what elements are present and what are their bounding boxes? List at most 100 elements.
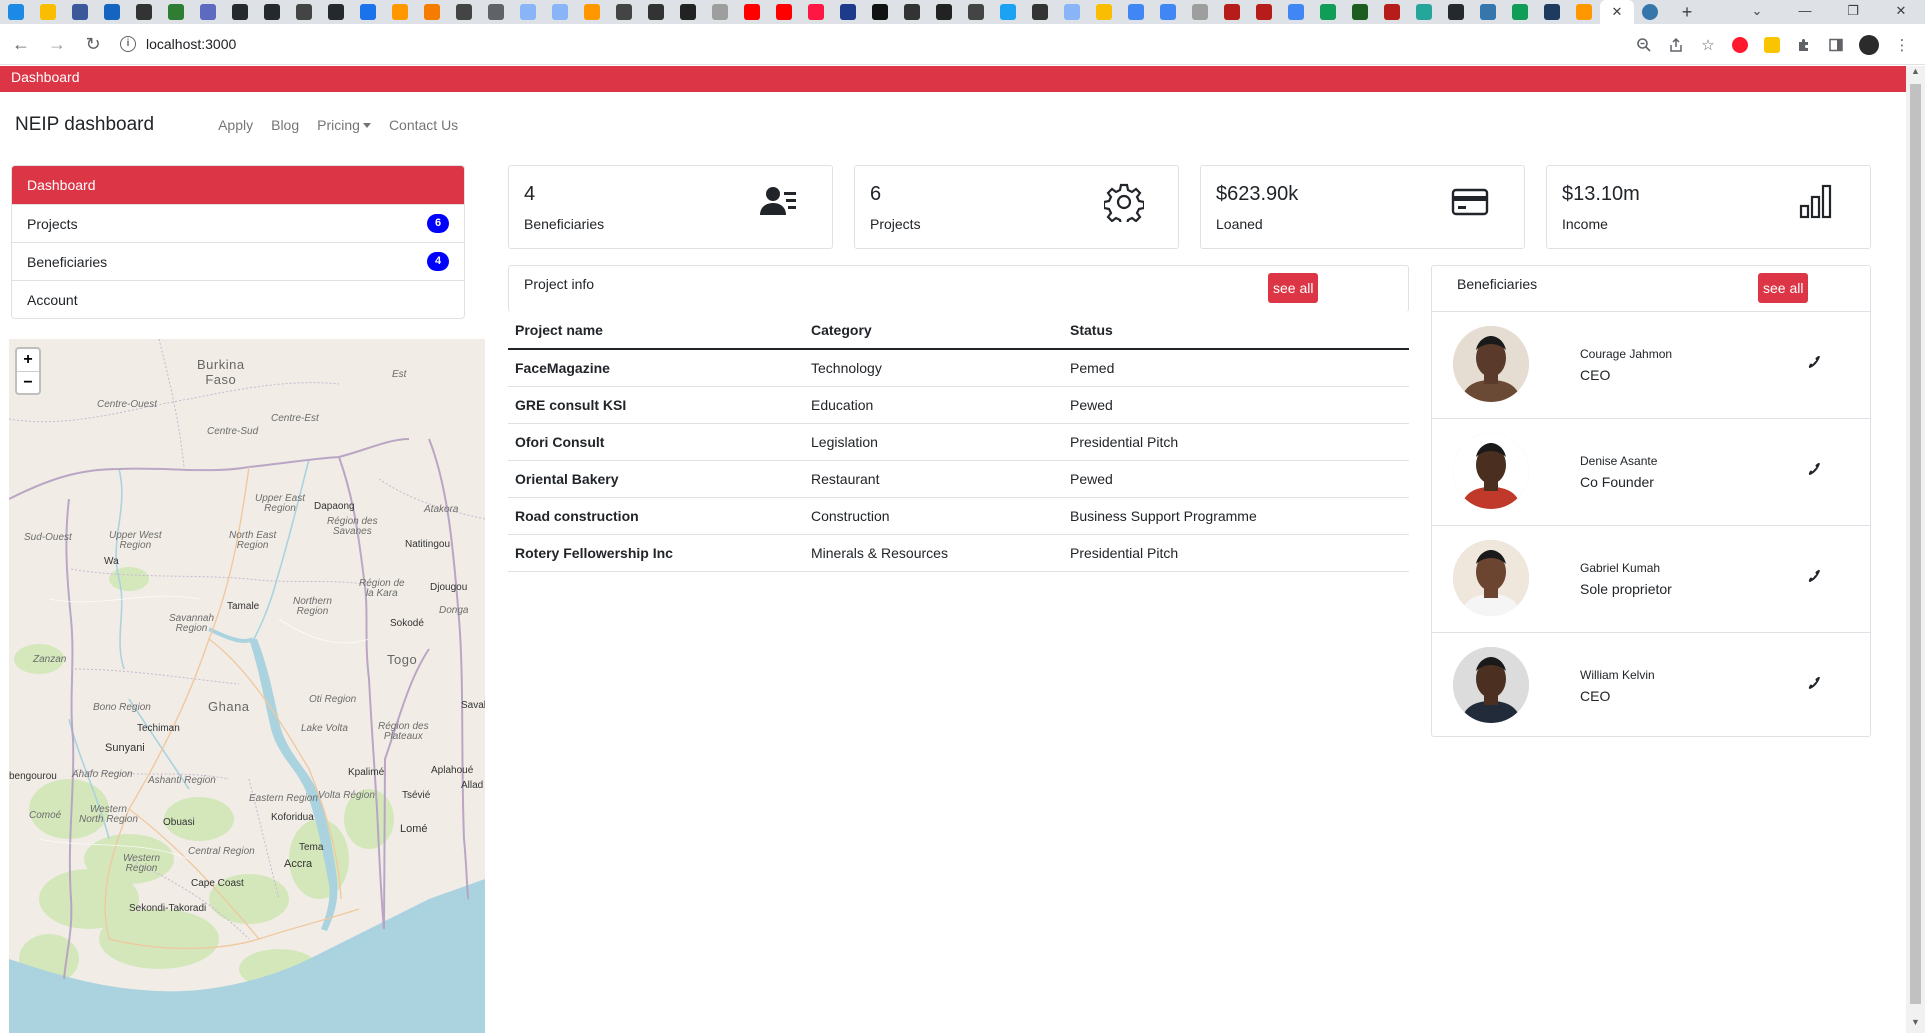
profile-avatar[interactable] (1859, 34, 1879, 55)
browser-tab[interactable] (1280, 0, 1312, 24)
active-tab[interactable]: ✕ (1600, 0, 1634, 24)
site-info-icon[interactable]: i (120, 36, 136, 52)
beneficiary-row[interactable]: William Kelvin CEO (1432, 632, 1870, 739)
phone-icon[interactable] (1807, 354, 1823, 370)
browser-tab[interactable] (128, 0, 160, 24)
browser-tab[interactable] (448, 0, 480, 24)
browser-tab[interactable] (608, 0, 640, 24)
table-row[interactable]: FaceMagazine Technology Pemed (508, 349, 1409, 387)
reload-icon[interactable]: ↻ (78, 34, 108, 55)
browser-tab[interactable] (0, 0, 32, 24)
menu-kebab-icon[interactable]: ⋮ (1893, 36, 1911, 54)
browser-tab[interactable] (512, 0, 544, 24)
table-row[interactable]: GRE consult KSI Education Pewed (508, 386, 1409, 424)
browser-tab[interactable] (992, 0, 1024, 24)
column-header[interactable]: Project name (508, 312, 804, 350)
back-icon[interactable]: ← (6, 34, 36, 55)
browser-tab[interactable] (1408, 0, 1440, 24)
table-row[interactable]: Road construction Construction Business … (508, 497, 1409, 535)
browser-tab[interactable] (704, 0, 736, 24)
side-panel-icon[interactable] (1827, 36, 1845, 54)
browser-tab[interactable] (672, 0, 704, 24)
zoom-out-button[interactable]: − (17, 371, 39, 393)
browser-tab[interactable] (1504, 0, 1536, 24)
zoom-in-button[interactable]: + (17, 349, 39, 371)
table-row[interactable]: Ofori Consult Legislation Presidential P… (508, 423, 1409, 461)
sidebar-item-dashboard[interactable]: Dashboard (12, 166, 464, 204)
puzzle-extensions-icon[interactable] (1795, 36, 1813, 54)
scroll-thumb[interactable] (1910, 84, 1921, 1004)
browser-tab[interactable] (1248, 0, 1280, 24)
browser-tab[interactable] (192, 0, 224, 24)
close-window-button[interactable]: ✕ (1877, 0, 1925, 24)
browser-tab[interactable] (928, 0, 960, 24)
browser-tab[interactable] (1152, 0, 1184, 24)
browser-tab[interactable] (960, 0, 992, 24)
browser-tab[interactable] (96, 0, 128, 24)
sidebar-item-projects[interactable]: Projects 6 (12, 204, 464, 242)
browser-tab[interactable] (896, 0, 928, 24)
browser-tab[interactable] (1024, 0, 1056, 24)
beneficiary-row[interactable]: Denise Asante Co Founder (1432, 418, 1870, 525)
browser-tab[interactable] (1120, 0, 1152, 24)
browser-tab[interactable] (864, 0, 896, 24)
extension-t-icon[interactable] (1763, 36, 1781, 54)
beneficiary-row[interactable]: Courage Jahmon CEO (1432, 311, 1870, 418)
close-tab-icon[interactable]: ✕ (1612, 4, 1623, 20)
bookmark-star-icon[interactable]: ☆ (1699, 36, 1717, 54)
nav-contact-link[interactable]: Contact Us (389, 117, 458, 133)
browser-tab[interactable] (1056, 0, 1088, 24)
browser-tab[interactable] (1568, 0, 1600, 24)
opera-extension-icon[interactable] (1731, 36, 1749, 54)
browser-tab[interactable] (32, 0, 64, 24)
browser-tab[interactable] (800, 0, 832, 24)
scroll-up-arrow[interactable]: ▲ (1906, 66, 1925, 82)
browser-tab[interactable] (160, 0, 192, 24)
nav-blog-link[interactable]: Blog (271, 117, 299, 133)
new-tab-button[interactable]: + (1672, 2, 1702, 23)
beneficiary-row[interactable]: Gabriel Kumah Sole proprietor (1432, 525, 1870, 632)
column-header[interactable]: Status (1063, 312, 1409, 350)
browser-tab[interactable] (544, 0, 576, 24)
browser-tab[interactable] (288, 0, 320, 24)
scroll-down-arrow[interactable]: ▼ (1906, 1017, 1925, 1033)
phone-icon[interactable] (1807, 675, 1823, 691)
browser-tab[interactable] (480, 0, 512, 24)
phone-icon[interactable] (1807, 568, 1823, 584)
nav-apply-link[interactable]: Apply (218, 117, 253, 133)
python-tab[interactable] (1634, 0, 1666, 24)
browser-tab[interactable] (1344, 0, 1376, 24)
nav-pricing-dropdown[interactable]: Pricing (317, 117, 371, 133)
sidebar-item-account[interactable]: Account (12, 280, 464, 318)
column-header[interactable]: Category (804, 312, 1063, 350)
browser-tab[interactable] (640, 0, 672, 24)
table-row[interactable]: Rotery Fellowership Inc Minerals & Resou… (508, 534, 1409, 572)
share-icon[interactable] (1667, 36, 1685, 54)
browser-tab[interactable] (384, 0, 416, 24)
browser-tab[interactable] (1536, 0, 1568, 24)
browser-tab[interactable] (1472, 0, 1504, 24)
browser-tab[interactable] (768, 0, 800, 24)
browser-tab[interactable] (1184, 0, 1216, 24)
table-row[interactable]: Oriental Bakery Restaurant Pewed (508, 460, 1409, 498)
beneficiaries-see-all-button[interactable]: see all (1758, 273, 1809, 303)
tab-search-button[interactable]: ⌄ (1733, 0, 1781, 24)
forward-icon[interactable]: → (42, 34, 72, 55)
brand-title[interactable]: NEIP dashboard (15, 114, 154, 136)
browser-tab[interactable] (224, 0, 256, 24)
browser-tab[interactable] (1312, 0, 1344, 24)
browser-tab[interactable] (576, 0, 608, 24)
browser-tab[interactable] (416, 0, 448, 24)
browser-tab[interactable] (256, 0, 288, 24)
address-bar[interactable]: i localhost:3000 (120, 29, 1870, 59)
browser-tab[interactable] (1376, 0, 1408, 24)
phone-icon[interactable] (1807, 461, 1823, 477)
browser-tab[interactable] (1216, 0, 1248, 24)
browser-tab[interactable] (1440, 0, 1472, 24)
zoom-icon[interactable] (1635, 36, 1653, 54)
browser-tab[interactable] (352, 0, 384, 24)
browser-tab[interactable] (736, 0, 768, 24)
browser-tab[interactable] (1088, 0, 1120, 24)
minimize-button[interactable]: — (1781, 0, 1829, 24)
browser-tab[interactable] (64, 0, 96, 24)
